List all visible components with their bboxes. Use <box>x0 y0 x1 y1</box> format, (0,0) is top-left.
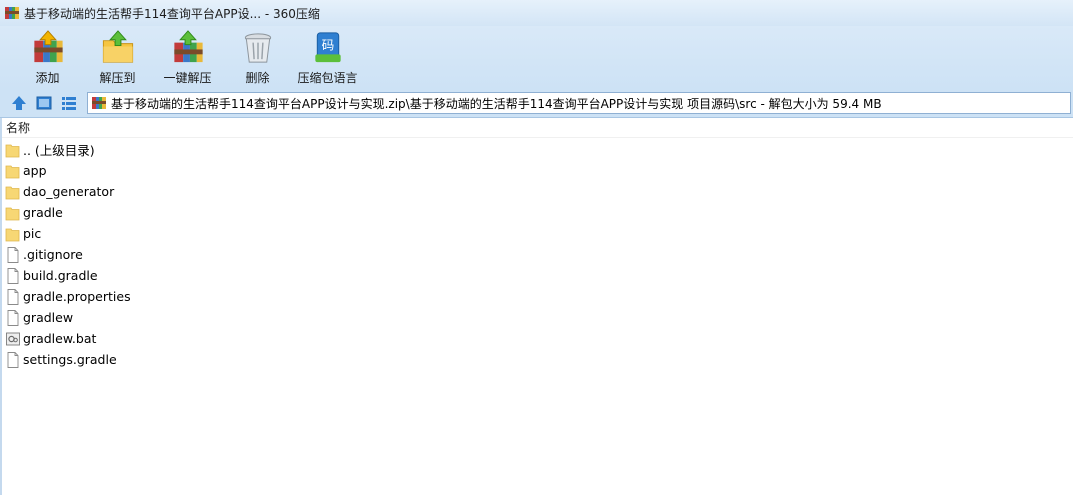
folder-row[interactable]: pic <box>0 223 1073 244</box>
file-name: dao_generator <box>23 184 115 199</box>
zip-archive-icon <box>5 7 19 19</box>
file-row[interactable]: gradlew.bat <box>0 328 1073 349</box>
file-name: app <box>23 163 47 178</box>
file-icon <box>7 351 19 368</box>
file-icon <box>7 288 19 305</box>
file-list-pane: 名称 .. (上级目录) app dao_generatorgradle pic .gi… <box>0 118 1073 495</box>
file-list: .. (上级目录) app dao_generatorgradle pic .gitig… <box>0 138 1073 370</box>
address-path: 基于移动端的生活帮手114查询平台APP设计与实现.zip\基于移动端的生活帮手… <box>111 96 882 111</box>
title-bar: 基于移动端的生活帮手114查询平台APP设... - 360压缩 <box>0 0 1073 26</box>
file-name: settings.gradle <box>23 352 117 367</box>
file-name: .gitignore <box>23 247 83 262</box>
list-view-button[interactable] <box>58 92 80 114</box>
delete-trash-icon <box>244 33 271 63</box>
one-click-extract-icon <box>173 30 203 63</box>
folder-row[interactable]: dao_generator <box>0 181 1073 202</box>
address-row: 基于移动端的生活帮手114查询平台APP设计与实现.zip\基于移动端的生活帮手… <box>0 89 1073 118</box>
up-arrow-icon <box>12 96 26 110</box>
one-click-extract-button[interactable]: 一键解压 <box>156 26 219 86</box>
file-icon <box>7 246 19 263</box>
file-row[interactable]: settings.gradle <box>0 349 1073 370</box>
batch-file-icon <box>6 332 20 345</box>
file-icon <box>7 309 19 326</box>
file-name: build.gradle <box>23 268 98 283</box>
extract-to-label: 解压到 <box>99 71 136 85</box>
add-archive-icon <box>33 30 63 63</box>
column-header-name[interactable]: 名称 <box>0 118 1073 138</box>
folder-icon <box>5 165 20 178</box>
address-bar[interactable]: 基于移动端的生活帮手114查询平台APP设计与实现.zip\基于移动端的生活帮手… <box>87 92 1071 114</box>
file-name: pic <box>23 226 42 241</box>
zip-archive-icon <box>92 97 106 109</box>
svg-text:码: 码 <box>321 37 334 52</box>
toolbar: 添加 解压到 一键解压 删除 码 压缩包语言 <box>0 26 1073 89</box>
archive-language-button[interactable]: 码 压缩包语言 <box>296 26 359 86</box>
file-name: gradlew <box>23 310 74 325</box>
list-view-icon <box>62 97 76 110</box>
window-title: 基于移动端的生活帮手114查询平台APP设... - 360压缩 <box>24 6 320 21</box>
file-name: gradle <box>23 205 63 220</box>
file-row[interactable]: gradlew <box>0 307 1073 328</box>
delete-label: 删除 <box>245 71 270 85</box>
file-name: .. (上级目录) <box>23 143 95 158</box>
app-window: 基于移动端的生活帮手114查询平台APP设... - 360压缩 添加 解压到 <box>0 0 1073 495</box>
folder-icon <box>5 144 20 157</box>
one-click-extract-label: 一键解压 <box>163 71 212 85</box>
delete-button[interactable]: 删除 <box>226 26 289 86</box>
folder-row[interactable]: gradle <box>0 202 1073 223</box>
archive-language-icon: 码 <box>314 32 341 63</box>
column-name-label: 名称 <box>6 121 31 135</box>
file-row[interactable]: .gitignore <box>0 244 1073 265</box>
file-name: gradlew.bat <box>23 331 97 346</box>
folder-icon <box>5 186 20 199</box>
folder-icon <box>5 228 20 241</box>
file-icon <box>7 267 19 284</box>
file-row[interactable]: gradle.properties <box>0 286 1073 307</box>
thumbnail-view-icon <box>36 96 52 110</box>
folder-row[interactable]: app <box>0 160 1073 181</box>
add-label: 添加 <box>35 71 60 85</box>
file-name: gradle.properties <box>23 289 131 304</box>
folder-icon <box>5 207 20 220</box>
add-button[interactable]: 添加 <box>16 26 79 86</box>
folder-row[interactable]: .. (上级目录) <box>0 139 1073 160</box>
file-row[interactable]: build.gradle <box>0 265 1073 286</box>
go-up-button[interactable] <box>8 92 30 114</box>
archive-language-label: 压缩包语言 <box>297 71 358 85</box>
extract-to-icon <box>102 30 133 63</box>
window-border <box>0 118 2 495</box>
extract-to-button[interactable]: 解压到 <box>86 26 149 86</box>
thumbnail-view-button[interactable] <box>33 92 55 114</box>
